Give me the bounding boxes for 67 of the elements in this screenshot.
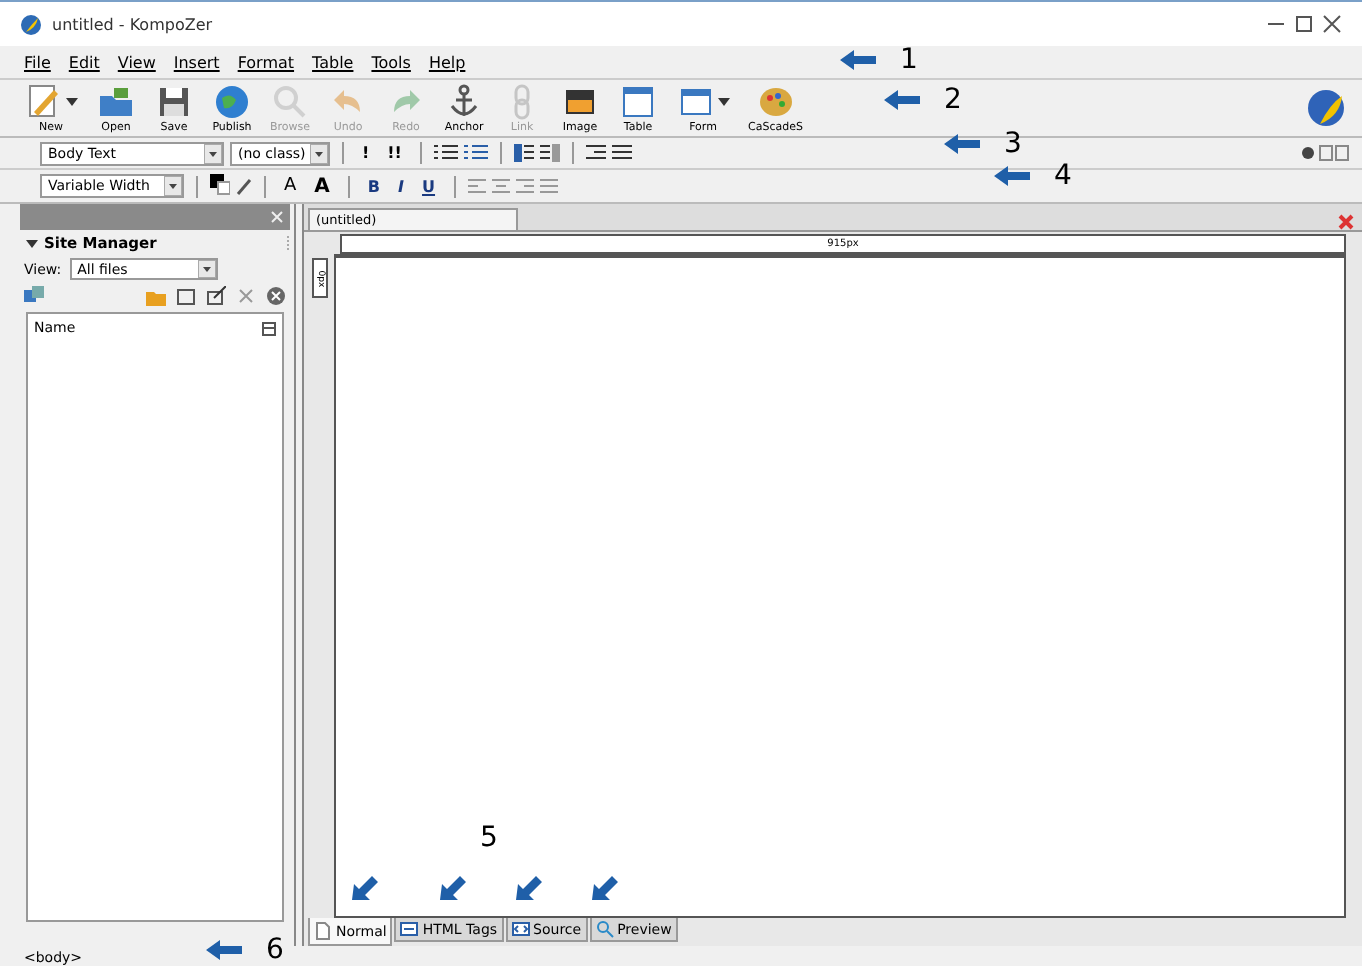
underline-button[interactable]: U: [420, 177, 438, 195]
callout-number: 1: [900, 46, 918, 74]
increase-font-button[interactable]: A: [312, 175, 332, 197]
bullet-list-icon[interactable]: [433, 144, 458, 162]
arrow-icon: [206, 940, 242, 960]
emphasis-button[interactable]: !: [360, 144, 372, 162]
globe-feather-icon[interactable]: [1306, 88, 1346, 128]
folder-icon: [96, 82, 136, 122]
close-icon[interactable]: [1318, 10, 1346, 38]
dropdown-arrow-icon: [310, 143, 328, 163]
maximize-icon[interactable]: [1290, 10, 1318, 38]
caret-icon: [718, 98, 731, 106]
page-icon: [314, 922, 332, 940]
align-justify-icon[interactable]: [611, 144, 632, 162]
magnifier-icon: [595, 920, 614, 938]
dropdown-arrow-icon: [197, 260, 216, 278]
callout-number: 2: [944, 86, 962, 114]
emphasis-button[interactable]: !!: [385, 144, 404, 162]
callout-number: 6: [266, 936, 284, 964]
menu-item[interactable]: Edit: [68, 51, 100, 73]
folder-new-icon[interactable]: [176, 286, 196, 306]
magnifier-icon: [270, 82, 311, 122]
menu-item[interactable]: Insert: [173, 51, 220, 73]
arrow-icon: [440, 874, 466, 900]
arrow-icon: [944, 134, 980, 154]
caret-icon: [66, 98, 78, 106]
dropdown-arrow-icon: [204, 143, 222, 163]
arrow-icon: [352, 874, 378, 900]
styles-icon[interactable]: [1302, 144, 1350, 162]
arrow-icon: [994, 166, 1030, 186]
arrow-icon: [592, 874, 618, 900]
menu-item[interactable]: Table: [312, 51, 354, 73]
close-tab-icon[interactable]: [1338, 214, 1354, 230]
window-title: untitled - KompoZer: [52, 15, 213, 33]
site-icon[interactable]: [24, 286, 44, 306]
column-picker-icon[interactable]: [262, 321, 276, 335]
arrow-icon: [884, 90, 920, 110]
menu-item[interactable]: File: [24, 51, 51, 73]
indent-icon[interactable]: [539, 144, 560, 162]
arrow-icon: [840, 50, 876, 70]
decrease-font-button[interactable]: A: [282, 176, 299, 196]
code-icon: [511, 920, 530, 938]
callout-number: 3: [1004, 130, 1022, 158]
callout-number: 4: [1054, 162, 1072, 190]
arrow-icon: [516, 874, 542, 900]
numbered-list-icon[interactable]: [463, 144, 488, 162]
tags-icon: [400, 920, 419, 938]
globe-icon: [212, 82, 252, 122]
highlight-icon[interactable]: [236, 176, 252, 196]
menu-item[interactable]: Format: [237, 51, 295, 73]
edit-icon[interactable]: [206, 286, 226, 306]
menu-item[interactable]: Help: [428, 51, 466, 73]
app-logo-icon: [20, 13, 42, 35]
callout-number: 5: [480, 824, 498, 852]
italic-button[interactable]: I: [396, 177, 407, 195]
text-color-icon[interactable]: [210, 174, 230, 198]
align-right-icon[interactable]: [585, 144, 606, 162]
menu-item[interactable]: Tools: [371, 51, 411, 73]
dropdown-arrow-icon: [164, 176, 182, 196]
palette-icon: [755, 82, 796, 122]
grid-icon: [618, 82, 659, 122]
bold-button[interactable]: B: [365, 177, 383, 195]
collapse-icon[interactable]: [26, 239, 38, 247]
outdent-icon[interactable]: [513, 144, 534, 162]
pencil-icon: [24, 82, 64, 122]
menu-item[interactable]: View: [117, 51, 156, 73]
stop-icon[interactable]: [266, 286, 286, 306]
